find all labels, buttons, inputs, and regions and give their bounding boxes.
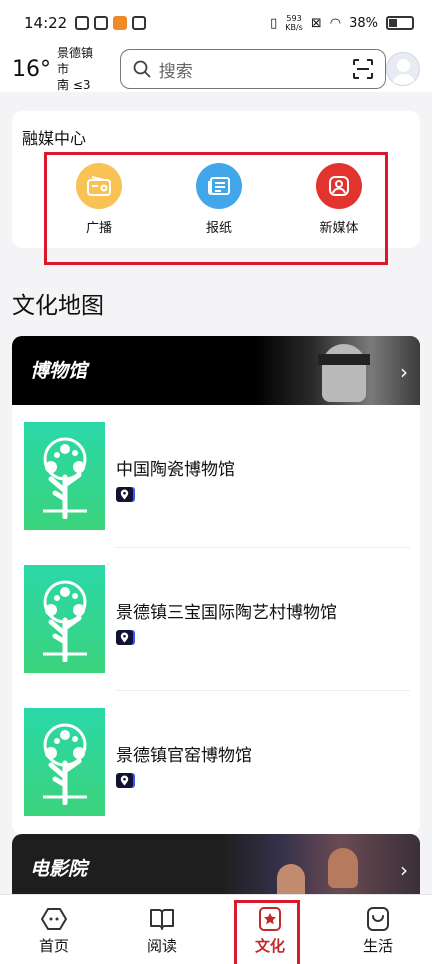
media-item-label: 报纸 — [205, 221, 232, 236]
battery-icon — [386, 16, 414, 30]
museums-category-title: 博物馆 — [30, 360, 88, 382]
status-bar: 14:22 ▯ 593 KB/s ⊠ ◠ 38% — [0, 0, 432, 46]
museum-thumbnail — [24, 565, 105, 673]
app-notification-icon — [113, 16, 128, 30]
money-tree-icon — [42, 580, 87, 662]
museums-card: 博物馆 › 中国陶瓷博物馆 景德镇三宝国际陶艺村博物馆 景德镇官窑博物馆 — [12, 336, 420, 834]
tab-life[interactable]: 生活 — [324, 895, 432, 964]
wifi-icon: ◠ — [329, 15, 342, 31]
tab-label: 首页 — [38, 937, 69, 955]
tab-reading[interactable]: 阅读 — [108, 895, 216, 964]
newspaper-icon — [196, 163, 242, 209]
media-item-newspaper[interactable]: 报纸 — [179, 163, 259, 236]
app-notification-icon — [75, 16, 90, 30]
app-notification-icon — [132, 16, 147, 30]
location-pin-icon — [116, 773, 133, 788]
weather-temperature: 16° — [12, 56, 51, 82]
media-center-highlight: 广播 报纸 新媒体 — [44, 152, 388, 265]
statue-image — [322, 344, 366, 402]
tab-home[interactable]: 首页 — [0, 895, 108, 964]
new-media-icon — [316, 163, 362, 209]
search-bar[interactable]: 搜索 — [119, 49, 387, 89]
search-placeholder: 搜索 — [158, 61, 193, 82]
cinema-category-title: 电影院 — [30, 858, 88, 880]
tab-culture[interactable]: 文化 — [216, 895, 324, 964]
bottom-tab-bar: 首页 阅读 文化 生活 — [0, 894, 432, 964]
museum-name: 中国陶瓷博物馆 — [116, 460, 235, 480]
tab-label: 文化 — [254, 937, 285, 955]
weather-widget[interactable]: 16° 景德镇市 南 ≤3 — [12, 45, 104, 93]
weather-wind: 南 ≤3 — [57, 78, 91, 92]
app-header: 16° 景德镇市 南 ≤3 搜索 — [0, 46, 432, 92]
radio-icon — [76, 163, 122, 209]
status-time: 14:22 — [24, 14, 68, 32]
media-item-label: 广播 — [85, 221, 112, 236]
scan-icon[interactable] — [353, 59, 374, 79]
list-item[interactable]: 景德镇官窑博物馆 — [12, 691, 420, 834]
net-speed: 593 KB/s — [285, 14, 303, 32]
culture-star-icon — [259, 907, 281, 931]
money-tree-icon — [42, 437, 87, 519]
chevron-right-icon: › — [400, 858, 408, 882]
avatar[interactable] — [386, 52, 420, 86]
culture-map-title: 文化地图 — [12, 293, 104, 319]
museum-name: 景德镇官窑博物馆 — [116, 746, 252, 766]
shopping-bag-icon — [367, 907, 389, 931]
list-item[interactable]: 中国陶瓷博物馆 — [12, 405, 420, 548]
museum-thumbnail — [24, 708, 105, 816]
list-item[interactable]: 景德镇三宝国际陶艺村博物馆 — [12, 548, 420, 691]
location-pin-icon — [116, 487, 133, 502]
museum-thumbnail — [24, 422, 105, 530]
location-pin-icon — [116, 630, 133, 645]
search-icon — [133, 60, 151, 78]
weather-city: 景德镇市 — [57, 46, 94, 76]
vibrate-icon: ▯ — [270, 15, 278, 31]
app-notification-icon — [94, 16, 109, 30]
battery-percent: 38% — [349, 15, 378, 31]
tab-label: 阅读 — [146, 937, 177, 955]
book-icon — [150, 909, 174, 930]
chevron-right-icon: › — [400, 360, 408, 384]
money-tree-icon — [42, 723, 87, 805]
tab-label: 生活 — [362, 937, 393, 955]
media-item-label: 新媒体 — [319, 221, 359, 236]
media-center-title: 融媒中心 — [22, 129, 87, 148]
media-item-radio[interactable]: 广播 — [59, 163, 139, 236]
museum-name: 景德镇三宝国际陶艺村博物馆 — [116, 603, 337, 623]
museums-banner[interactable]: 博物馆 › — [12, 336, 420, 405]
media-item-new-media[interactable]: 新媒体 — [299, 163, 379, 236]
no-sim-icon: ⊠ — [310, 15, 322, 31]
home-icon — [41, 908, 67, 930]
